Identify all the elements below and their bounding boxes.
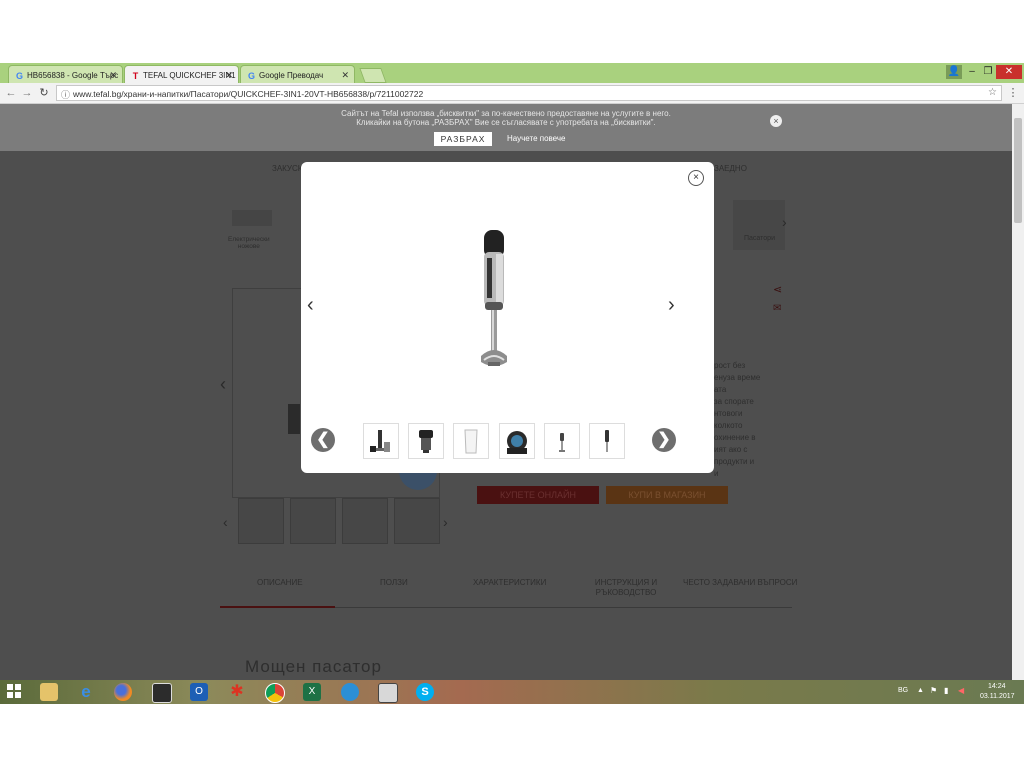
chrome-icon[interactable] xyxy=(265,683,285,703)
start-button[interactable] xyxy=(6,683,22,699)
clock-time[interactable]: 14:24 xyxy=(988,683,1006,690)
tab-instructions[interactable]: ИНСТРУКЦИЯ И РЪКОВОДСТВО xyxy=(591,578,661,598)
scrollbar-thumb[interactable] xyxy=(1014,118,1022,223)
tab-title: HB656838 - Google Търс xyxy=(27,71,119,80)
thumbnail-chopper[interactable] xyxy=(408,423,444,459)
section-heading: Мощен пасатор xyxy=(245,657,382,676)
tray-chevron-icon[interactable]: ▲ xyxy=(917,687,924,694)
back-arrow-icon[interactable]: ← xyxy=(4,86,18,100)
tab-close-icon[interactable]: ✕ xyxy=(109,70,117,81)
bg-thumbnail[interactable] xyxy=(394,498,440,544)
tab-title: Google Преводач xyxy=(259,71,324,80)
window-app-icon[interactable] xyxy=(152,683,172,703)
tab-tefal[interactable]: T TEFAL QUICKCHEF 3IN1 ✕ xyxy=(124,65,239,83)
url-text: www.tefal.bg/храни-и-напитки/Пасатори/QU… xyxy=(73,89,424,99)
cookie-text-line1: Сайтът на Tefal използва „бисквитки" за … xyxy=(341,109,671,118)
chevron-left-icon[interactable]: ‹ xyxy=(220,374,226,395)
menu-dots-icon[interactable]: ⋮ xyxy=(1006,86,1020,100)
thumbs-next-icon[interactable]: › xyxy=(443,514,448,530)
language-indicator[interactable]: BG xyxy=(898,687,908,694)
tab-characteristics[interactable]: ХАРАКТЕРИСТИКИ xyxy=(473,578,546,587)
category-blender-tile[interactable] xyxy=(733,200,785,250)
remote-app-icon[interactable] xyxy=(378,683,398,703)
internet-explorer-icon[interactable]: e xyxy=(77,683,95,701)
tab-close-icon[interactable]: ✕ xyxy=(225,70,233,81)
category-knife-image[interactable] xyxy=(232,210,272,226)
minimize-button[interactable]: – xyxy=(964,65,980,79)
web-page: ЗАКУСКА ЗАЕДНО Електрически ножове Пасат… xyxy=(0,104,1012,680)
cookie-accept-button[interactable]: РАЗБРАХ xyxy=(434,132,492,146)
modal-next-arrow-icon[interactable]: › xyxy=(668,294,675,317)
thumbnail-blender-set[interactable] xyxy=(363,423,399,459)
tab-benefits[interactable]: ПОЛЗИ xyxy=(380,578,408,587)
modal-close-icon[interactable]: × xyxy=(688,170,704,186)
thumbs-prev-button[interactable]: ❮ xyxy=(311,428,335,452)
skype-icon[interactable]: S xyxy=(416,683,434,701)
modal-prev-arrow-icon[interactable]: ‹ xyxy=(307,294,314,317)
bg-thumbnail[interactable] xyxy=(238,498,284,544)
cookie-banner: Сайтът на Tefal използва „бисквитки" за … xyxy=(0,104,1012,151)
page-info-icon[interactable]: ⓘ xyxy=(61,88,70,101)
flag-icon[interactable]: ⚑ xyxy=(930,686,937,695)
product-image-partial xyxy=(288,404,300,434)
buy-in-store-button[interactable]: КУПИ В МАГАЗИН xyxy=(606,486,728,504)
puzzle-app-icon[interactable]: ✱ xyxy=(228,683,246,701)
tab-bar: G HB656838 - Google Търс ✕ T TEFAL QUICKCHE… xyxy=(0,63,1024,83)
restore-button[interactable]: ❐ xyxy=(980,65,996,79)
thumbs-prev-icon[interactable]: ‹ xyxy=(223,514,228,530)
firefox-icon[interactable] xyxy=(114,683,132,701)
thumbnail-blender-side[interactable] xyxy=(589,423,625,459)
buy-online-button[interactable]: КУПЕТЕ ОНЛАЙН xyxy=(477,486,599,504)
description-text-partial: рост без енуза време ата за спорате нтов… xyxy=(714,361,761,478)
google-favicon-icon: G xyxy=(15,71,23,81)
thumbnail-blender-head[interactable] xyxy=(544,423,580,459)
windows-taskbar: e O ✱ X S BG ▲ ⚑ ▮ ◀ 14:24 03.11.2017 xyxy=(0,680,1024,704)
bg-thumbnail[interactable] xyxy=(342,498,388,544)
tab-title: TEFAL QUICKCHEF 3IN1 xyxy=(143,71,236,80)
tab-google-search[interactable]: G HB656838 - Google Търс ✕ xyxy=(8,65,123,83)
new-tab-button[interactable] xyxy=(359,68,387,83)
tefal-favicon-icon: T xyxy=(132,71,139,81)
chevron-right-icon[interactable]: › xyxy=(782,214,787,230)
browser-toolbar: ← → ↻ ⓘ www.tefal.bg/храни-и-напитки/Пас… xyxy=(0,83,1024,104)
network-icon[interactable]: ▮ xyxy=(944,686,948,695)
tab-google-translate[interactable]: G Google Преводач ✕ xyxy=(240,65,355,83)
bg-thumbnail[interactable] xyxy=(290,498,336,544)
category-electric-knives[interactable]: Електрически ножове xyxy=(228,236,270,250)
close-window-button[interactable]: ✕ xyxy=(996,65,1022,79)
menu-item-together[interactable]: ЗАЕДНО xyxy=(714,164,747,173)
globe-app-icon[interactable] xyxy=(341,683,359,701)
cookie-learn-more-link[interactable]: Научете повече xyxy=(507,134,565,143)
tab-close-icon[interactable]: ✕ xyxy=(341,70,349,81)
mail-icon[interactable]: ✉ xyxy=(773,303,781,314)
profile-icon[interactable]: 👤 xyxy=(946,65,962,79)
category-blenders[interactable]: Пасатори xyxy=(744,235,775,242)
thumbnail-accessory[interactable] xyxy=(499,423,535,459)
translate-favicon-icon: G xyxy=(247,71,255,81)
volume-icon[interactable]: ◀ xyxy=(958,686,964,695)
cookie-text-line2: Кликайки на бутона „РАЗБРАХ" Вие се съгл… xyxy=(356,118,656,127)
reload-icon[interactable]: ↻ xyxy=(37,86,51,100)
clock-date[interactable]: 03.11.2017 xyxy=(980,693,1015,700)
tab-faq[interactable]: ЧЕСТО ЗАДАВАНИ ВЪПРОСИ xyxy=(683,578,797,587)
thumbs-next-button[interactable]: ❯ xyxy=(652,428,676,452)
share-icon[interactable]: ⋖ xyxy=(773,283,782,296)
excel-icon[interactable]: X xyxy=(303,683,321,701)
product-gallery-modal: × ‹ › ❮ ❯ xyxy=(301,162,714,473)
cookie-close-icon[interactable]: × xyxy=(770,115,782,127)
tab-description[interactable]: ОПИСАНИЕ xyxy=(257,578,303,587)
file-explorer-icon[interactable] xyxy=(40,683,58,701)
thumbnail-beaker[interactable] xyxy=(453,423,489,459)
address-bar[interactable]: ⓘ www.tefal.bg/храни-и-напитки/Пасатори/… xyxy=(56,85,1002,101)
active-tab-underline xyxy=(220,606,335,608)
hand-blender-image xyxy=(481,230,507,366)
outlook-icon[interactable]: O xyxy=(190,683,208,701)
bookmark-star-icon[interactable]: ☆ xyxy=(988,87,997,98)
forward-arrow-icon[interactable]: → xyxy=(20,86,34,100)
